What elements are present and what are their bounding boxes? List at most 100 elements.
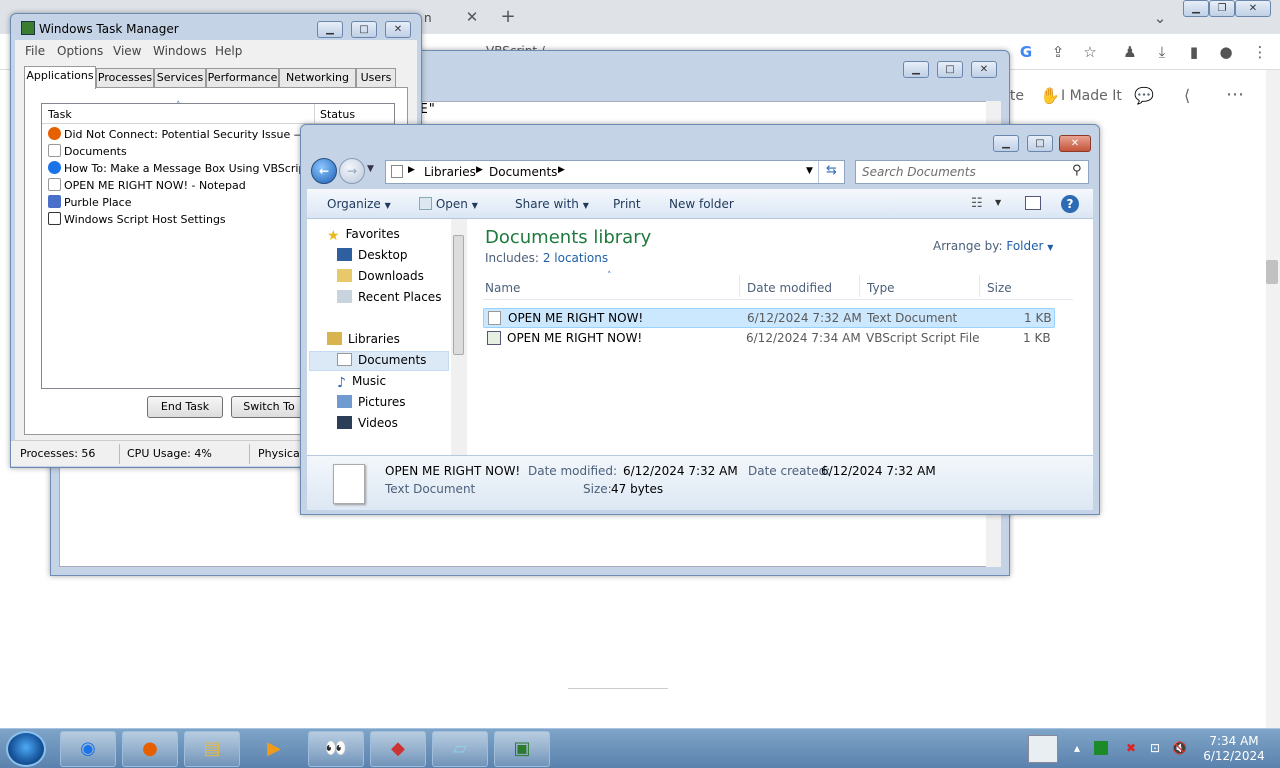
address-bar[interactable]: ▶ Libraries ▶ Documents ▶ ▼ ⇆ [385,160,845,184]
page-scrollbar[interactable] [1266,70,1280,728]
forward-arrow-icon[interactable]: → [339,158,365,184]
network-status-icon[interactable] [1094,741,1108,755]
comment-icon[interactable]: 💬 [1134,86,1154,105]
star-icon[interactable]: ☆ [1080,42,1100,62]
open-button[interactable]: Open ▼ [419,197,478,211]
share-with-button[interactable]: Share with ▼ [515,197,589,211]
nav-recent-places[interactable]: Recent Places [337,290,441,310]
taskbar-explorer[interactable]: ▤ [184,731,240,767]
close-tab-icon[interactable]: ✕ [462,7,482,27]
nav-libraries[interactable]: Libraries [327,332,400,352]
maximize-button[interactable]: □ [937,61,963,78]
i-made-it-button[interactable]: I Made It [1061,88,1122,104]
close-button[interactable]: ✕ [971,61,997,78]
share-icon[interactable]: ⇪ [1048,42,1068,62]
column-task[interactable]: Task [48,108,72,121]
tab-users[interactable]: Users [356,68,396,88]
nav-videos[interactable]: Videos [337,416,398,436]
start-button[interactable] [6,731,46,767]
column-status[interactable]: Status [320,108,355,121]
tab-performance[interactable]: Performance [206,68,279,88]
taskbar-media-player[interactable]: ▶ [246,731,302,767]
google-icon[interactable]: G [1016,42,1036,62]
file-row[interactable]: OPEN ME RIGHT NOW! 6/12/2024 7:32 AM Tex… [483,308,1055,328]
arrange-dropdown[interactable]: Folder [1006,239,1043,253]
sidepanel-icon[interactable]: ▮ [1184,42,1204,62]
close-button[interactable]: ✕ [385,21,411,38]
menu-file[interactable]: File [25,44,45,58]
maximize-button[interactable]: □ [351,21,377,38]
table-row[interactable]: Documents [48,144,308,161]
pen-input-icon[interactable] [1028,735,1058,763]
minimize-button[interactable]: ▁ [317,21,343,38]
table-row[interactable]: OPEN ME RIGHT NOW! - Notepad [48,178,308,195]
taskbar-purble-place[interactable]: 👀 [308,731,364,767]
breadcrumb-documents[interactable]: Documents [489,165,557,179]
menu-icon[interactable]: ⋮ [1250,42,1270,62]
share-icon[interactable]: ⟨ [1184,86,1190,105]
taskbar-task-manager[interactable]: ▣ [494,731,550,767]
nav-documents[interactable]: Documents [337,353,426,373]
search-icon[interactable]: ⚲ [1072,163,1082,178]
table-row[interactable]: Did Not Connect: Potential Security Issu… [48,127,308,144]
nav-music[interactable]: ♪ Music [337,374,386,394]
back-arrow-icon[interactable]: ← [311,158,337,184]
action-center-icon[interactable]: ✖ [1124,741,1138,755]
minimize-button[interactable]: ▁ [903,61,929,78]
minimize-button[interactable]: ▁ [1183,0,1209,17]
help-icon[interactable]: ? [1061,195,1079,213]
view-options-icon[interactable]: ☷ [971,196,983,211]
menu-help[interactable]: Help [215,44,242,58]
menu-view[interactable]: View [113,44,141,58]
nav-downloads[interactable]: Downloads [337,269,424,289]
volume-muted-icon[interactable]: 🔇 [1172,741,1187,755]
table-row[interactable]: How To: Make a Message Box Using VBScrip… [48,161,308,178]
print-button[interactable]: Print [613,197,641,211]
new-folder-button[interactable]: New folder [669,197,734,211]
file-row[interactable]: OPEN ME RIGHT NOW! 6/12/2024 7:34 AM VBS… [483,329,1055,349]
close-button[interactable]: ✕ [1059,135,1091,152]
organize-button[interactable]: Organize ▼ [327,197,391,211]
close-button[interactable]: ✕ [1235,0,1271,17]
profile-icon[interactable]: ● [1216,42,1236,62]
page-scroll-thumb[interactable] [1266,260,1278,284]
column-date[interactable]: Date modified [747,281,832,295]
minimize-button[interactable]: ▁ [993,135,1019,152]
chevron-down-icon[interactable]: ⌄ [1150,8,1170,28]
nav-scrollbar[interactable] [451,219,467,455]
end-task-button[interactable]: End Task [147,396,223,418]
network-icon[interactable]: ⊡ [1148,741,1162,755]
maximize-button[interactable]: □ [1027,135,1053,152]
switch-to-button[interactable]: Switch To [231,396,307,418]
nav-desktop[interactable]: Desktop [337,248,408,268]
taskbar-chrome[interactable]: ◉ [60,731,116,767]
taskbar-firefox[interactable]: ● [122,731,178,767]
taskbar-paint[interactable]: ◆ [370,731,426,767]
search-input[interactable]: Search Documents ⚲ [855,160,1089,184]
preview-pane-icon[interactable] [1025,196,1041,210]
column-name[interactable]: Name [485,281,520,295]
new-tab-icon[interactable]: + [498,7,518,27]
column-size[interactable]: Size [987,281,1012,295]
nav-scroll-thumb[interactable] [453,235,464,355]
menu-windows[interactable]: Windows [153,44,207,58]
chevron-down-icon[interactable]: ▼ [806,166,813,176]
table-row[interactable]: Purble Place [48,195,308,212]
tab-processes[interactable]: Processes [96,68,154,88]
table-row[interactable]: Windows Script Host Settings [48,212,308,229]
includes-link[interactable]: 2 locations [543,251,608,265]
nav-pictures[interactable]: Pictures [337,395,406,415]
nav-favorites[interactable]: ★ Favorites [327,227,400,247]
chevron-down-icon[interactable]: ▼ [995,198,1001,207]
show-hidden-icons[interactable]: ▴ [1070,741,1084,755]
refresh-icon[interactable]: ⇆ [826,163,837,178]
extension-icon[interactable]: ♟ [1120,42,1140,62]
menu-options[interactable]: Options [57,44,103,58]
download-icon[interactable]: ⤓ [1152,42,1172,62]
tab-services[interactable]: Services [154,68,206,88]
restore-button[interactable]: ❐ [1209,0,1235,17]
more-icon[interactable]: ⋯ [1226,84,1244,105]
breadcrumb-libraries[interactable]: Libraries [424,165,476,179]
system-clock[interactable]: 7:34 AM 6/12/2024 [1196,734,1272,764]
column-type[interactable]: Type [867,281,895,295]
